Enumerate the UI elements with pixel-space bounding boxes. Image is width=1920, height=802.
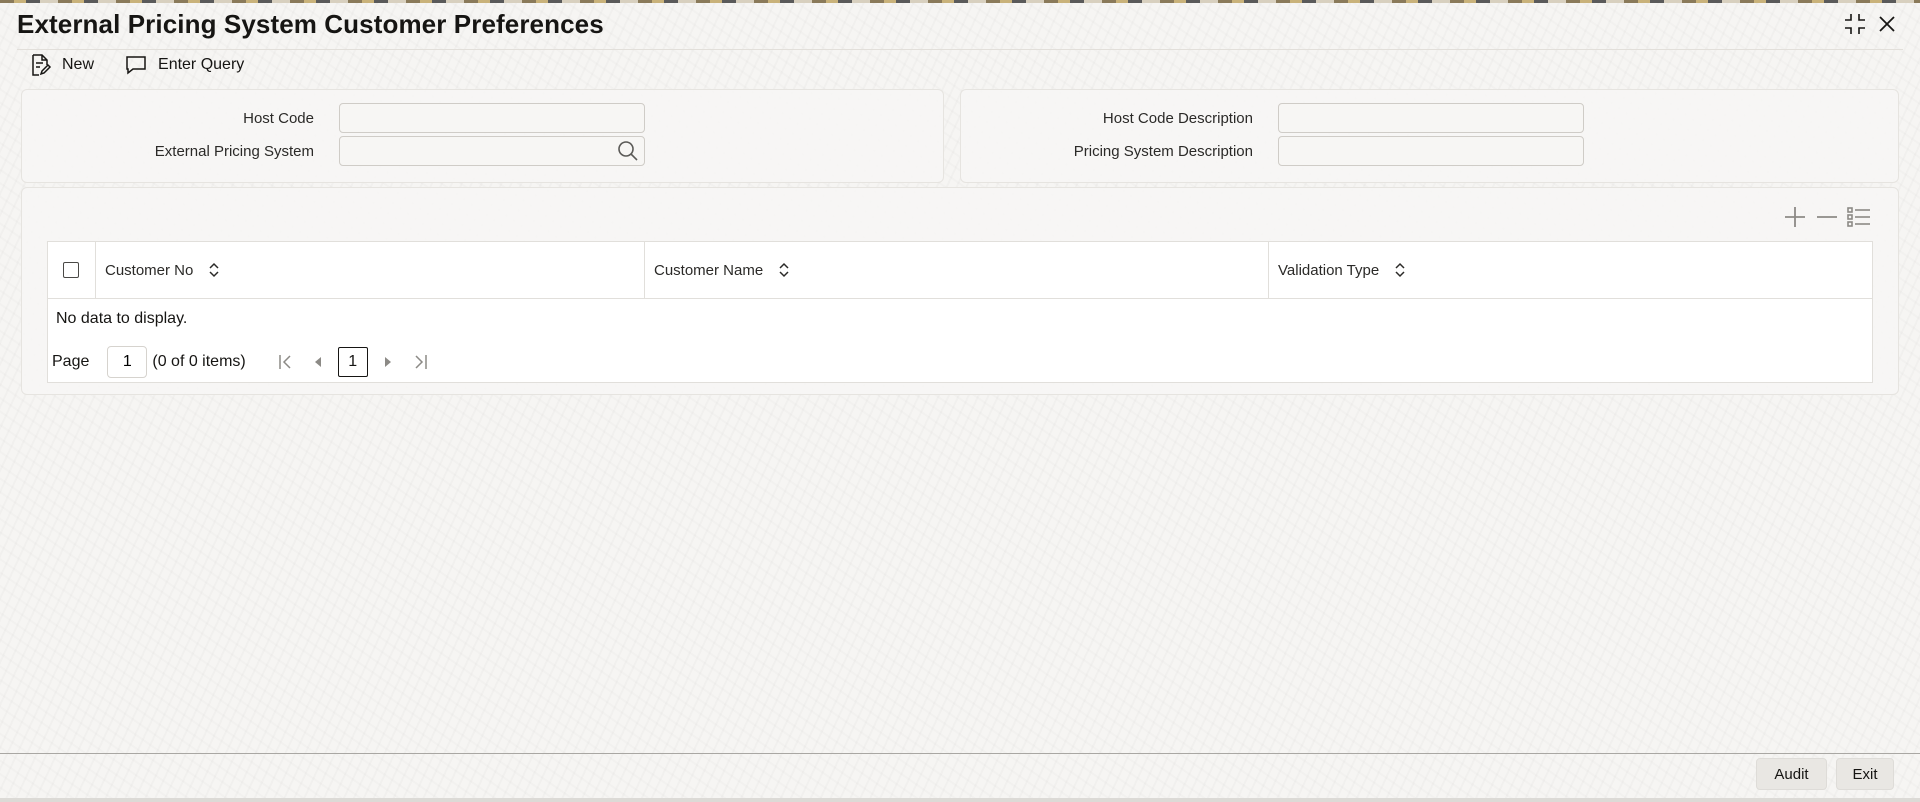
remove-row-icon[interactable] bbox=[1813, 203, 1841, 231]
external-pricing-system-field[interactable] bbox=[339, 136, 645, 166]
table-header: Customer No Customer Name Validation Typ… bbox=[48, 242, 1872, 299]
last-page-icon[interactable] bbox=[410, 352, 430, 372]
page-number-input[interactable] bbox=[107, 346, 148, 378]
query-chat-icon bbox=[126, 56, 146, 75]
sort-icon[interactable] bbox=[1393, 261, 1407, 279]
new-document-icon bbox=[32, 54, 52, 76]
toolbar: New Enter Query bbox=[28, 50, 274, 80]
column-label-validation-type: Validation Type bbox=[1278, 261, 1380, 279]
previous-page-icon[interactable] bbox=[308, 352, 328, 372]
pricing-system-description-field[interactable] bbox=[1278, 136, 1584, 166]
select-all-cell bbox=[48, 242, 96, 298]
current-page-button[interactable]: 1 bbox=[337, 347, 368, 377]
next-page-icon[interactable] bbox=[378, 352, 398, 372]
sort-icon[interactable] bbox=[207, 261, 221, 279]
column-label-customer-name: Customer Name bbox=[654, 261, 764, 279]
exit-button[interactable]: Exit bbox=[1836, 758, 1894, 790]
grid-toolbar bbox=[1777, 203, 1873, 231]
enter-query-label: Enter Query bbox=[158, 56, 245, 73]
right-form-panel: Host Code Description Pricing System Des… bbox=[960, 89, 1899, 183]
new-label: New bbox=[62, 56, 95, 73]
grid-panel: Customer No Customer Name Validation Typ… bbox=[21, 187, 1899, 395]
select-all-checkbox[interactable] bbox=[63, 262, 79, 278]
column-header-validation-type[interactable]: Validation Type bbox=[1269, 242, 1872, 298]
maximize-icon[interactable] bbox=[1842, 11, 1868, 37]
new-button[interactable]: New bbox=[28, 50, 94, 80]
data-table: Customer No Customer Name Validation Typ… bbox=[47, 241, 1873, 383]
column-label-customer-no: Customer No bbox=[105, 261, 194, 279]
column-header-customer-no[interactable]: Customer No bbox=[96, 242, 645, 298]
header-divider bbox=[17, 49, 1903, 50]
sort-icon[interactable] bbox=[777, 261, 791, 279]
host-code-description-label: Host Code Description bbox=[1102, 110, 1253, 127]
page-summary: (0 of 0 items) bbox=[152, 353, 246, 370]
search-icon[interactable] bbox=[617, 140, 639, 162]
columns-list-icon[interactable] bbox=[1845, 203, 1873, 231]
enter-query-button[interactable]: Enter Query bbox=[124, 50, 244, 80]
external-pricing-system-label: External Pricing System bbox=[154, 143, 314, 160]
left-form-panel: Host Code External Pricing System bbox=[21, 89, 944, 183]
add-row-icon[interactable] bbox=[1781, 203, 1809, 231]
host-code-field[interactable] bbox=[339, 103, 645, 133]
footer-divider bbox=[0, 753, 1920, 754]
empty-table-message: No data to display. bbox=[56, 310, 188, 327]
page-title: External Pricing System Customer Prefere… bbox=[17, 9, 604, 39]
audit-button[interactable]: Audit bbox=[1756, 758, 1827, 790]
pagination: Page (0 of 0 items) 1 bbox=[52, 346, 436, 378]
top-decorative-strip bbox=[0, 0, 1920, 3]
close-icon[interactable] bbox=[1874, 11, 1900, 37]
page-label: Page bbox=[52, 353, 90, 370]
host-code-label: Host Code bbox=[243, 110, 314, 127]
bottom-strip bbox=[0, 798, 1920, 802]
first-page-icon[interactable] bbox=[276, 352, 296, 372]
column-header-customer-name[interactable]: Customer Name bbox=[645, 242, 1269, 298]
host-code-description-field[interactable] bbox=[1278, 103, 1584, 133]
pricing-system-description-label: Pricing System Description bbox=[1073, 143, 1253, 160]
